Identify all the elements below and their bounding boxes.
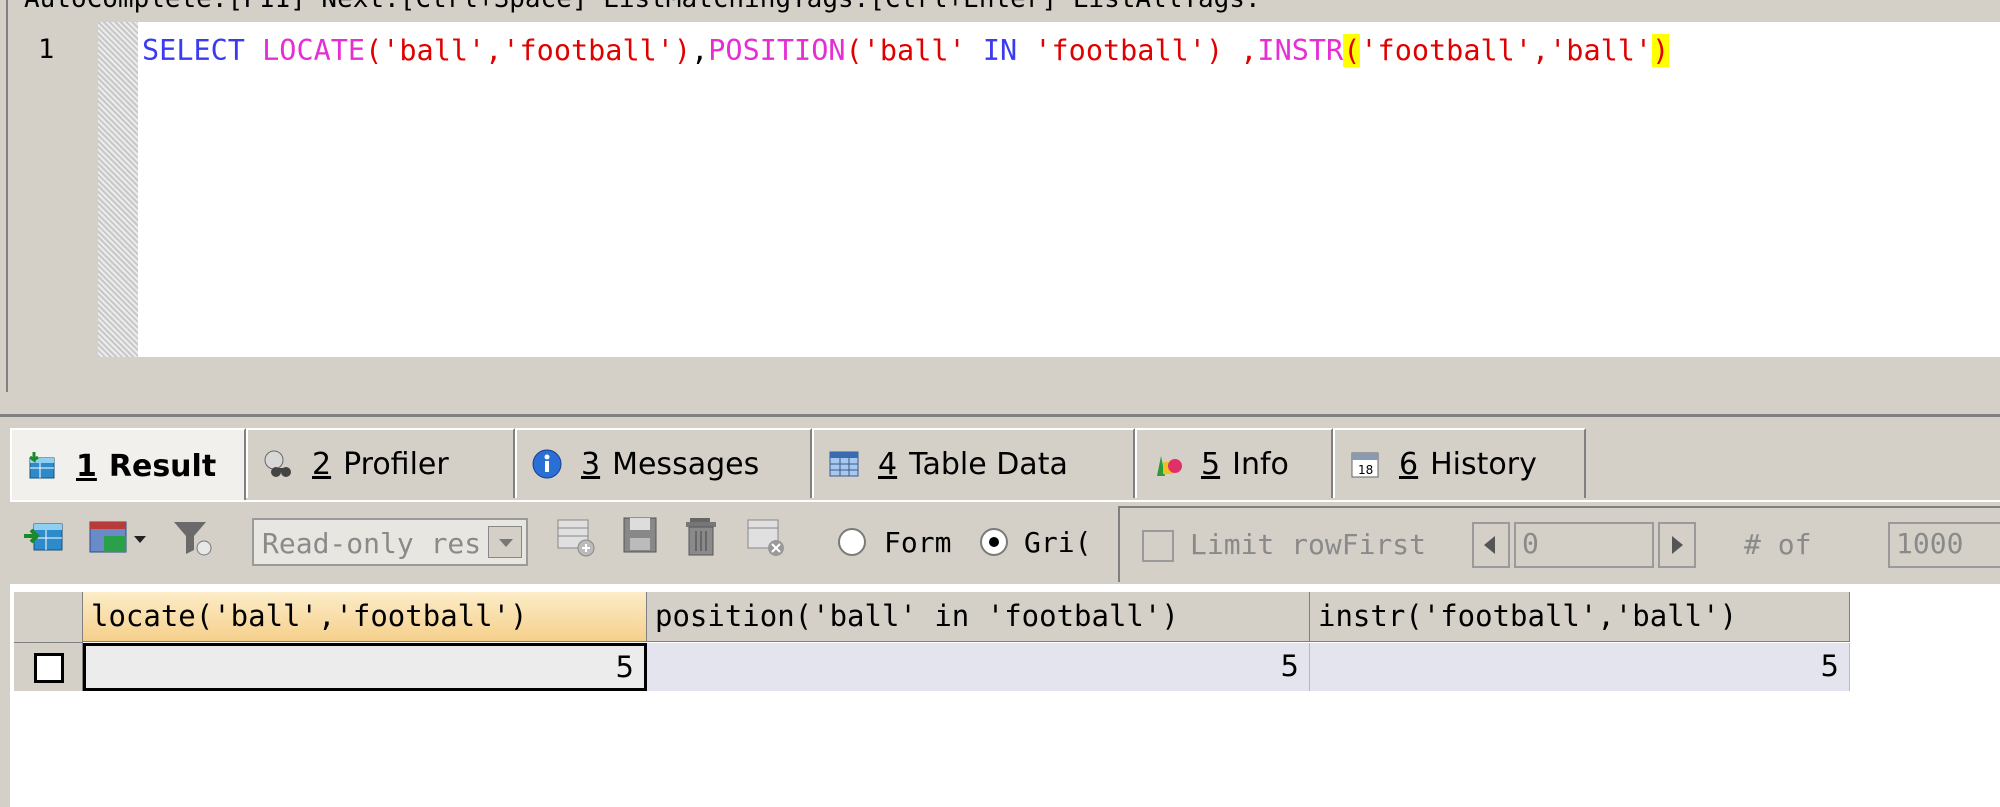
column-header-locate[interactable]: locate('ball','football') [83, 592, 647, 642]
sql-editor[interactable]: 1 SELECT LOCATE('ball','football'),POSIT… [0, 22, 2000, 357]
chevron-down-icon [488, 526, 522, 558]
limit-panel: Limit rowFirst 0 # of 1000 [1118, 506, 2000, 582]
function-instr: INSTR [1257, 34, 1344, 67]
delete-icon[interactable] [680, 514, 726, 560]
cancel-changes-icon[interactable] [744, 514, 790, 560]
row-header[interactable] [14, 643, 83, 691]
result-grid[interactable]: locate('ball','football') position('ball… [10, 584, 2000, 807]
previous-page-button[interactable] [1472, 522, 1510, 568]
matched-paren-open: ( [1343, 34, 1361, 67]
status-line-text: AutoComplete:[F11] Next:[Ctrl+Space] Lis… [24, 0, 1261, 14]
tab-info-number: 5 [1201, 446, 1221, 482]
code-area[interactable]: SELECT LOCATE('ball','football'),POSITIO… [138, 22, 2000, 357]
line-number: 1 [38, 34, 55, 65]
result-mode-value: Read-only res [262, 527, 482, 560]
keyword-in: IN [982, 34, 1018, 67]
tab-messages-label: Messages [612, 446, 760, 482]
tab-messages[interactable]: 3 Messages [515, 428, 812, 498]
tab-info-label: Info [1232, 446, 1289, 482]
pane-splitter[interactable] [0, 414, 2000, 417]
export-icon[interactable] [22, 514, 68, 560]
shapes-icon [1151, 448, 1183, 480]
column-header-position[interactable]: position('ball' in 'football') [647, 592, 1310, 642]
tab-table-data-label: Table Data [909, 446, 1068, 482]
insert-row-icon[interactable] [554, 514, 600, 560]
paren-open: ( [845, 34, 863, 67]
grid-layout-dropdown-icon[interactable] [86, 514, 152, 560]
profiler-icon [262, 448, 294, 480]
tab-history[interactable]: 18 6 History [1333, 428, 1586, 498]
limit-rows-label: Limit rowFirst [1190, 528, 1427, 561]
position-string-1: 'ball' [862, 34, 966, 67]
save-icon[interactable] [618, 514, 664, 560]
editor-border [6, 0, 8, 392]
paren-close: ) , [1205, 34, 1258, 67]
code-line[interactable]: SELECT LOCATE('ball','football'),POSITIO… [142, 34, 1670, 67]
tab-result-label: Result [108, 448, 217, 484]
instr-args: 'football','ball' [1360, 34, 1653, 67]
tab-table-data[interactable]: 4 Table Data [812, 428, 1135, 498]
result-mode-select[interactable]: Read-only res [252, 518, 528, 566]
tab-table-data-number: 4 [878, 446, 898, 482]
form-view-radio[interactable] [838, 528, 866, 556]
function-position: POSITION [708, 34, 846, 67]
result-toolbar: Read-only res Form Gri( Limit rowFirst 0… [10, 500, 2000, 584]
first-row-input[interactable]: 0 [1514, 522, 1654, 568]
limit-rows-checkbox[interactable] [1142, 530, 1174, 562]
position-string-2: 'football' [1034, 34, 1206, 67]
matched-paren-close: ) [1652, 34, 1670, 67]
result-tab-bar: 1 Result 2 Profiler 3 Messages 4 Table Data … [10, 428, 2000, 502]
table-cell-position[interactable]: 5 [647, 643, 1310, 691]
column-header-instr[interactable]: instr('football','ball') [1310, 592, 1850, 642]
keyword-select: SELECT [142, 34, 245, 67]
table-cell-locate[interactable]: 5 [83, 643, 647, 691]
filter-icon[interactable] [170, 514, 216, 560]
info-circle-icon [531, 448, 563, 480]
tab-messages-number: 3 [581, 446, 601, 482]
table-icon [828, 448, 860, 480]
row-count-input[interactable]: 1000 [1888, 522, 2000, 568]
function-locate: LOCATE [262, 34, 366, 67]
tab-result[interactable]: 1 Result [10, 428, 246, 502]
tab-profiler[interactable]: 2 Profiler [246, 428, 515, 498]
tab-result-number: 1 [76, 448, 97, 484]
row-count-label: # of [1744, 528, 1812, 561]
tab-info[interactable]: 5 Info [1135, 428, 1333, 498]
row-selector-checkbox[interactable] [34, 653, 64, 683]
fold-margin [98, 22, 138, 357]
form-view-label: Form [884, 526, 952, 559]
calendar-icon: 18 [1349, 448, 1381, 480]
status-line-clipped: AutoComplete:[F11] Next:[Ctrl+Space] Lis… [0, 0, 2000, 22]
grid-corner[interactable] [14, 592, 83, 643]
locate-args: ('ball','football') [365, 34, 692, 67]
tab-profiler-label: Profiler [343, 446, 449, 482]
result-grid-icon [26, 450, 58, 482]
tab-history-label: History [1430, 446, 1537, 482]
tab-profiler-number: 2 [312, 446, 332, 482]
tab-history-number: 6 [1399, 446, 1419, 482]
svg-text:18: 18 [1358, 463, 1373, 477]
next-page-button[interactable] [1658, 522, 1696, 568]
table-cell-instr[interactable]: 5 [1310, 643, 1850, 691]
line-gutter: 1 [10, 22, 98, 357]
grid-view-label: Gri( [1024, 526, 1092, 559]
grid-view-radio[interactable] [980, 528, 1008, 556]
comma: , [691, 34, 709, 67]
